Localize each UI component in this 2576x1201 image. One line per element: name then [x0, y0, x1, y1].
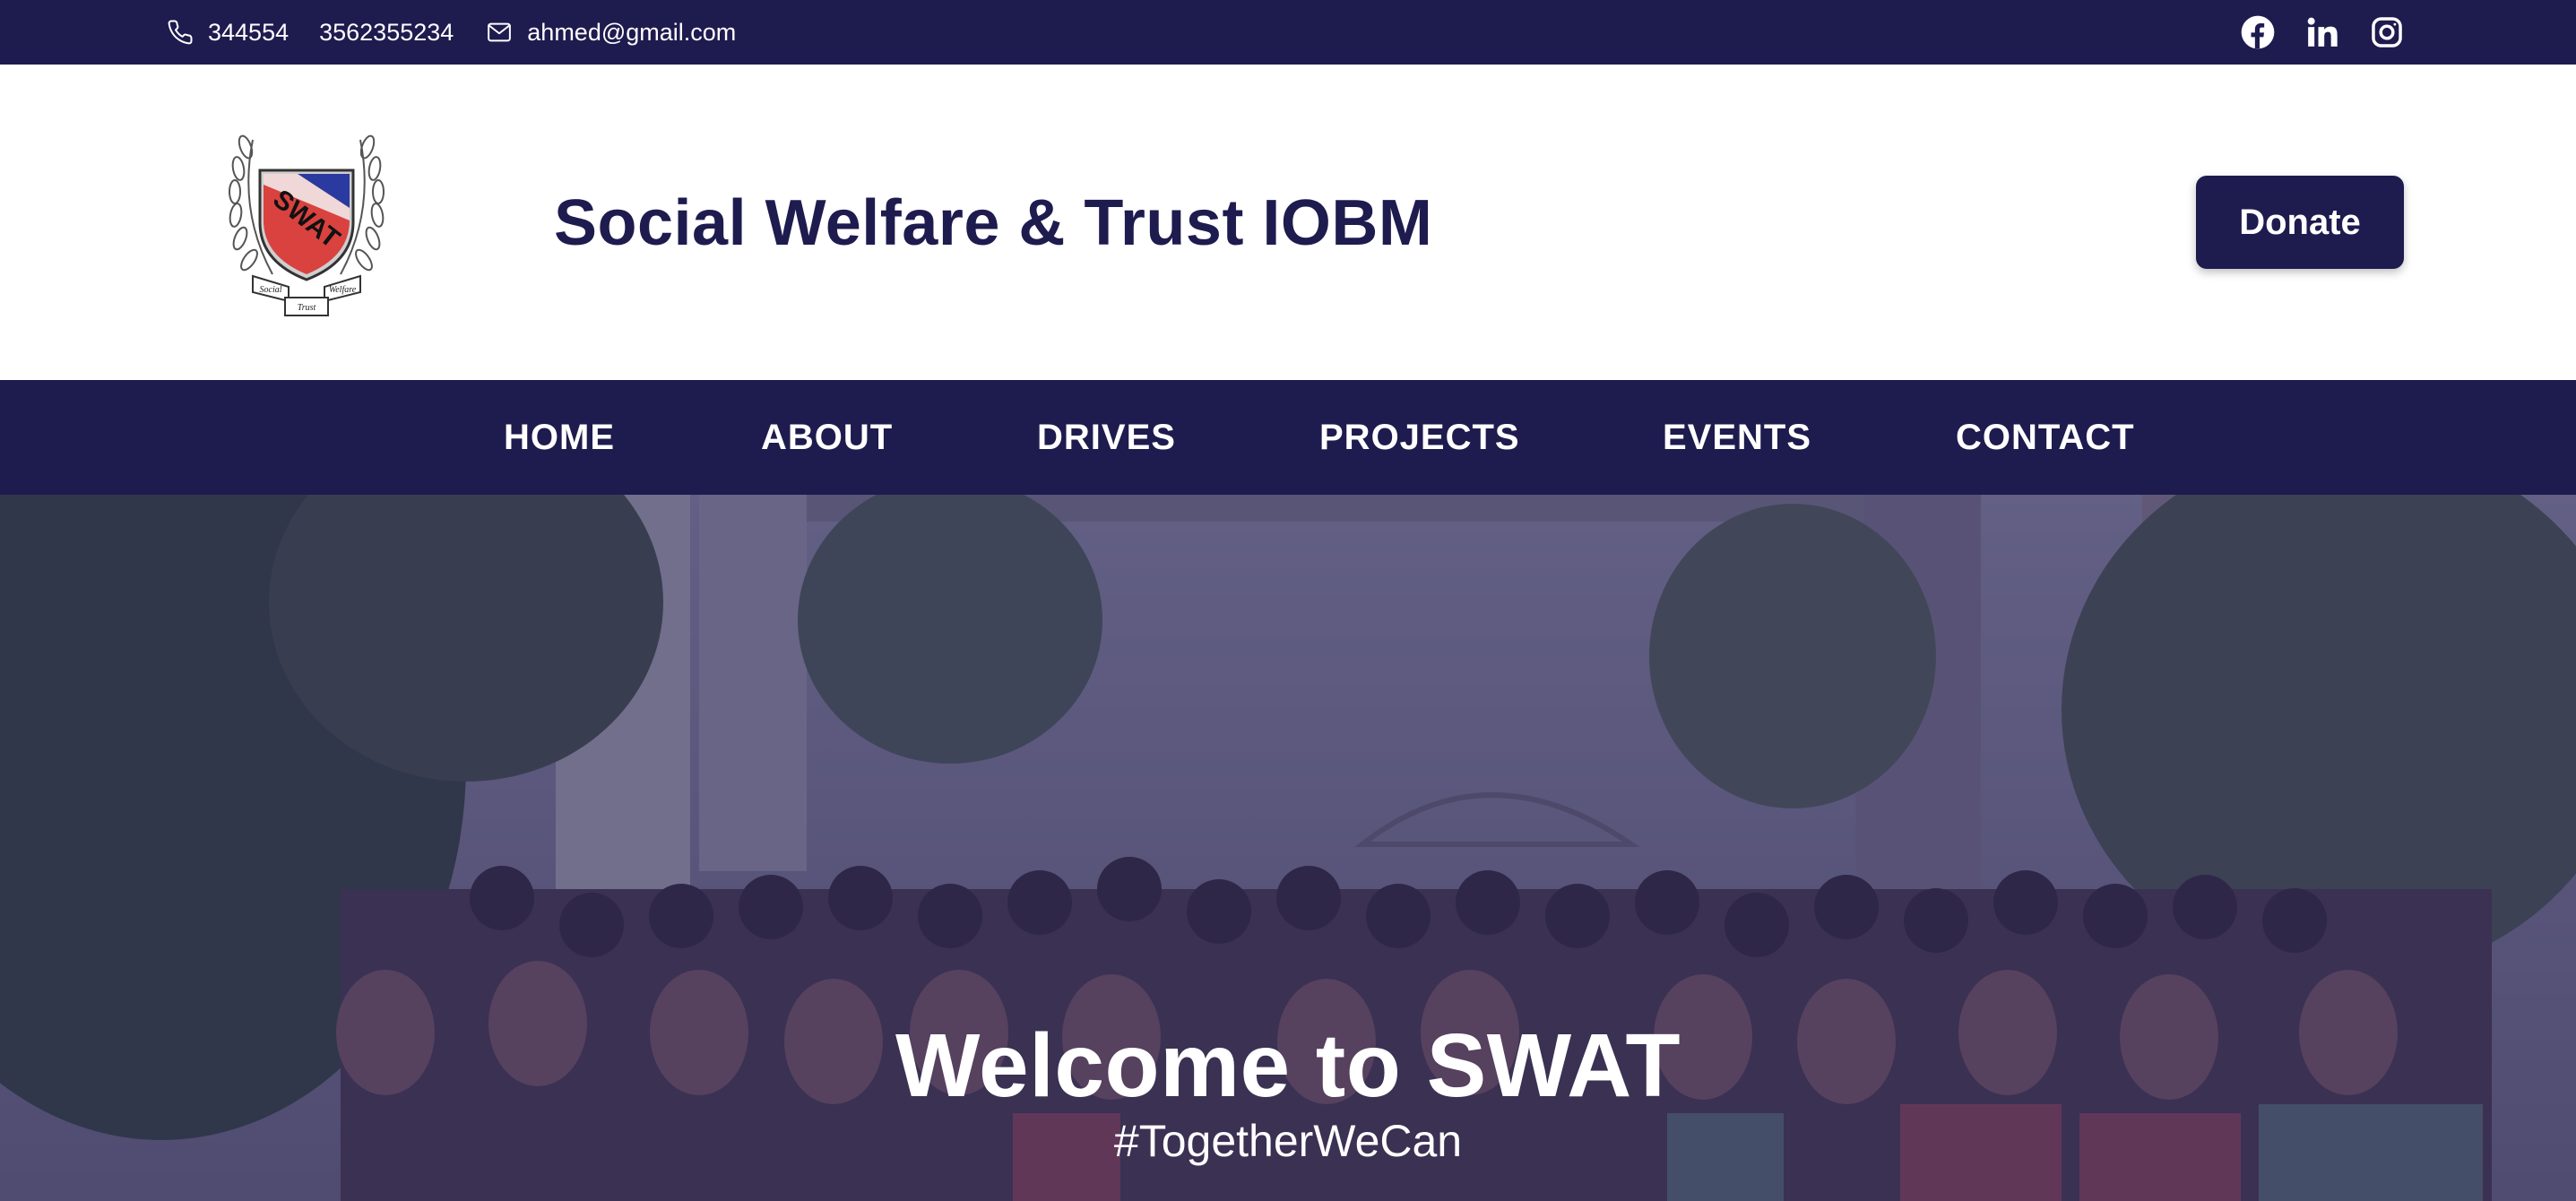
site-title: Social Welfare & Trust IOBM	[554, 187, 1433, 259]
email-address: ahmed@gmail.com	[527, 18, 737, 46]
hero-title: Welcome to SWAT	[895, 1015, 1681, 1116]
social-links	[2239, 0, 2406, 65]
facebook-icon[interactable]	[2239, 13, 2277, 51]
nav-item-events[interactable]: EVENTS	[1663, 380, 1811, 495]
main-nav: HOME ABOUT DRIVES PROJECTS EVENTS CONTAC…	[0, 380, 2576, 495]
swat-logo[interactable]: SWAT Social Welfare Trust	[226, 122, 387, 328]
logo-ribbon-word-2: Welfare	[329, 285, 357, 295]
hero-banner: Welcome to SWAT #TogetherWeCan	[0, 495, 2576, 1201]
nav-item-about[interactable]: ABOUT	[761, 380, 893, 495]
logo-ribbon-word-3: Trust	[298, 303, 316, 313]
nav-item-projects[interactable]: PROJECTS	[1319, 380, 1520, 495]
donate-button[interactable]: Donate	[2196, 176, 2404, 269]
hero-subtitle: #TogetherWeCan	[1113, 1116, 1463, 1166]
email-link[interactable]: ahmed@gmail.com	[484, 17, 736, 48]
nav-item-drives[interactable]: DRIVES	[1037, 380, 1176, 495]
top-contact-bar: 344554 3562355234 ahmed@gmail.com	[0, 0, 2576, 65]
site-header: SWAT Social Welfare Trust Social Welfare…	[0, 65, 2576, 380]
nav-item-contact[interactable]: CONTACT	[1956, 380, 2135, 495]
phone-icon	[165, 17, 195, 48]
phone-number-1[interactable]: 344554	[208, 19, 289, 47]
mail-icon	[484, 17, 514, 48]
logo-ribbon-word-1: Social	[260, 285, 282, 295]
nav-item-home[interactable]: HOME	[504, 380, 615, 495]
phone-number-2[interactable]: 3562355234	[319, 19, 454, 47]
linkedin-icon[interactable]	[2304, 13, 2341, 51]
contact-info: 344554 3562355234 ahmed@gmail.com	[165, 0, 736, 65]
instagram-icon[interactable]	[2368, 13, 2406, 51]
